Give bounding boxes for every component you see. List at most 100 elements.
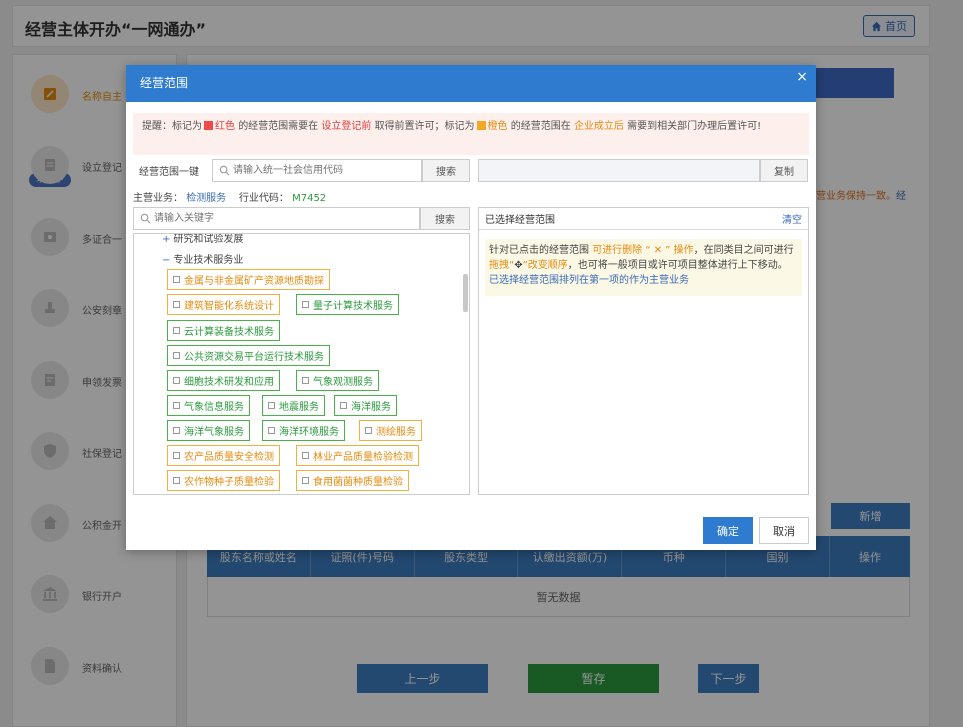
- checkbox-icon: [173, 452, 180, 459]
- scope-item[interactable]: 细胞技术研发和应用: [167, 370, 280, 391]
- scope-item[interactable]: 云计算装备技术服务: [167, 320, 280, 341]
- tree-category[interactable]: − 专业技术服务业: [162, 251, 243, 266]
- note-text: ，在同类目之间可进行: [693, 245, 794, 256]
- scope-item[interactable]: 食用菌菌种质量检验: [296, 470, 409, 491]
- main-business-line: 主营业务： 检测服务 行业代码： M7452: [133, 189, 326, 204]
- scope-item-label: 建筑智能化系统设计: [184, 301, 274, 312]
- copy-button[interactable]: 复制: [760, 159, 808, 182]
- scope-item-label: 测绘服务: [376, 427, 416, 438]
- scope-item-label: 农作物种子质量检验: [184, 477, 274, 488]
- scope-item[interactable]: 农产品质量安全检测: [167, 445, 280, 466]
- business-scope-dialog: 经营范围 × 提醒：标记为 红色 的经营范围需要在 设立登记前 取得前置许可；标记…: [126, 65, 816, 550]
- scope-item-label: 海洋气象服务: [184, 427, 244, 438]
- credit-search-button[interactable]: 搜索: [422, 159, 470, 182]
- scope-item[interactable]: 测绘服务: [359, 420, 422, 441]
- dialog-title: 经营范围: [140, 76, 189, 90]
- scope-item-label: 量子计算技术服务: [313, 301, 393, 312]
- scope-tree: + 研究和试验发展 − 专业技术服务业 金属与非金属矿产资源地质勘探 建筑智能化系统…: [133, 233, 470, 495]
- checkbox-icon: [340, 402, 347, 409]
- keyword-input[interactable]: [154, 208, 334, 229]
- checkbox-icon: [173, 377, 180, 384]
- tip-text: 提醒：标记为: [142, 121, 202, 132]
- scope-item-label: 农产品质量安全检测: [184, 452, 274, 463]
- main-business-value: 检测服务: [186, 193, 227, 204]
- confirm-button[interactable]: 确定: [703, 517, 753, 544]
- checkbox-icon: [173, 301, 180, 308]
- note-order: ”改变顺序: [522, 260, 568, 271]
- scope-item-label: 细胞技术研发和应用: [184, 377, 274, 388]
- scope-item[interactable]: 公共资源交易平台运行技术服务: [167, 345, 330, 366]
- scope-item[interactable]: 气象信息服务: [167, 395, 250, 416]
- scope-item[interactable]: 海洋气象服务: [167, 420, 250, 441]
- checkbox-icon: [302, 452, 309, 459]
- selected-header: 已选择经营范围 清空: [479, 208, 808, 230]
- close-icon[interactable]: ×: [796, 65, 808, 89]
- move-icon: ✥: [514, 260, 523, 271]
- keyword-search-button[interactable]: 搜索: [420, 207, 470, 230]
- tree-category[interactable]: + 研究和试验发展: [162, 234, 244, 245]
- tip-text: 需要到相关部门办理后置许可!: [627, 121, 762, 132]
- copy-field[interactable]: [478, 159, 760, 182]
- scope-item[interactable]: 海洋服务: [334, 395, 397, 416]
- checkbox-icon: [268, 402, 275, 409]
- checkbox-icon: [365, 427, 372, 434]
- onekey-label: 经营范围一键: [139, 167, 199, 178]
- scope-item-label: 地震服务: [279, 402, 319, 413]
- checkbox-icon: [268, 427, 275, 434]
- note-text: ，也可将一般项目或许可项目整体进行上下移动。: [567, 260, 788, 271]
- scope-item-label: 金属与非金属矿产资源地质勘探: [184, 276, 324, 287]
- orange-square-icon: [476, 121, 486, 130]
- cancel-button[interactable]: 取消: [759, 517, 809, 544]
- scope-item[interactable]: 林业产品质量检验检测: [296, 445, 419, 466]
- tip-text: 取得前置许可；标记为: [374, 121, 475, 132]
- note-text: 针对已点击的经营范围: [489, 245, 589, 256]
- tree-scrollbar[interactable]: [463, 274, 468, 312]
- scope-item[interactable]: 建筑智能化系统设计: [167, 294, 280, 315]
- note-delete: 可进行删除 “ ✕ ” 操作: [592, 245, 694, 256]
- industry-code-value: M7452: [292, 193, 327, 204]
- scope-item-label: 林业产品质量检验检测: [313, 452, 413, 463]
- scope-item-label: 海洋环境服务: [279, 427, 339, 438]
- scope-item[interactable]: 地震服务: [262, 395, 325, 416]
- scope-item-label: 气象信息服务: [184, 402, 244, 413]
- checkbox-icon: [173, 352, 180, 359]
- search-icon: [140, 213, 151, 224]
- keyword-field: [133, 207, 420, 230]
- tree-category-label: 专业技术服务业: [173, 255, 244, 266]
- tree-category-label: 研究和试验发展: [173, 234, 244, 245]
- reminder-tip: 提醒：标记为 红色 的经营范围需要在 设立登记前 取得前置许可；标记为 橙色 的经营…: [133, 113, 809, 155]
- checkbox-icon: [173, 427, 180, 434]
- scope-item[interactable]: 气象观测服务: [296, 370, 379, 391]
- checkbox-icon: [302, 477, 309, 484]
- scope-item-label: 公共资源交易平台运行技术服务: [184, 352, 324, 363]
- selected-instructions: 针对已点击的经营范围 可进行删除 “ ✕ ” 操作，在同类目之间可进行 拖拽“✥…: [485, 239, 802, 296]
- scope-item[interactable]: 量子计算技术服务: [296, 294, 399, 315]
- tip-orange-word: 橙色: [487, 121, 508, 132]
- checkbox-icon: [302, 377, 309, 384]
- red-square-icon: [204, 121, 213, 130]
- scope-item-label: 云计算装备技术服务: [184, 327, 274, 338]
- tip-red-phase: 设立登记前: [321, 121, 372, 132]
- clear-button[interactable]: 清空: [782, 211, 802, 226]
- industry-code-label: 行业代码：: [238, 193, 289, 204]
- search-icon: [219, 165, 230, 176]
- collapse-icon: −: [162, 255, 171, 266]
- main-business-label: 主营业务：: [133, 193, 183, 204]
- expand-icon: +: [162, 234, 171, 245]
- scope-item[interactable]: 海洋环境服务: [262, 420, 345, 441]
- credit-code-field: [212, 159, 422, 182]
- checkbox-icon: [302, 301, 309, 308]
- checkbox-icon: [173, 276, 180, 283]
- dialog-header: 经营范围 ×: [126, 65, 816, 102]
- checkbox-icon: [173, 477, 180, 484]
- checkbox-icon: [173, 327, 180, 334]
- checkbox-icon: [173, 402, 180, 409]
- tip-orange-phase: 企业成立后: [573, 121, 624, 132]
- scope-item[interactable]: 农作物种子质量检验: [167, 470, 280, 491]
- credit-code-input[interactable]: [233, 160, 413, 181]
- tip-red-word: 红色: [215, 121, 235, 132]
- scope-item-label: 气象观测服务: [313, 377, 373, 388]
- note-drag: 拖拽“: [489, 260, 515, 271]
- scope-item[interactable]: 金属与非金属矿产资源地质勘探: [167, 269, 330, 290]
- selected-title: 已选择经营范围: [485, 215, 555, 226]
